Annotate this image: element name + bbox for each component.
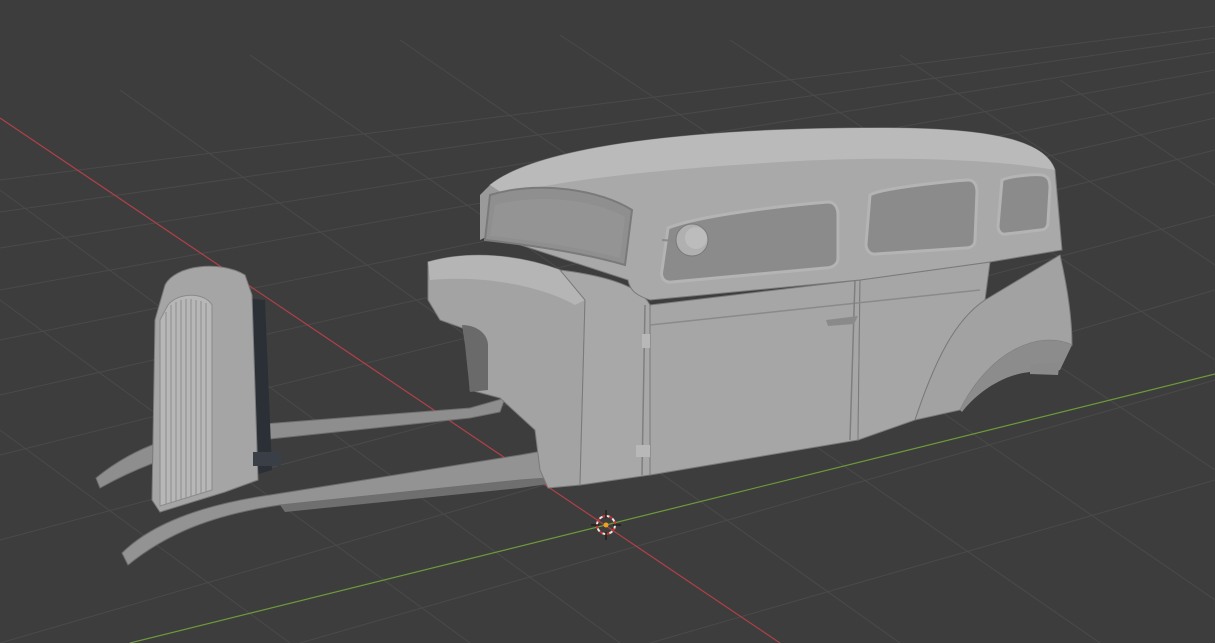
radiator-grille[interactable] [151,265,281,513]
3d-viewport[interactable] [0,0,1215,643]
car-body-model[interactable] [95,127,1073,566]
viewport-canvas[interactable] [0,0,1215,643]
cowl-section[interactable] [427,254,586,489]
3d-cursor-icon[interactable] [591,510,621,540]
rear-door-window[interactable] [864,178,979,256]
quarter-window[interactable] [996,173,1052,236]
